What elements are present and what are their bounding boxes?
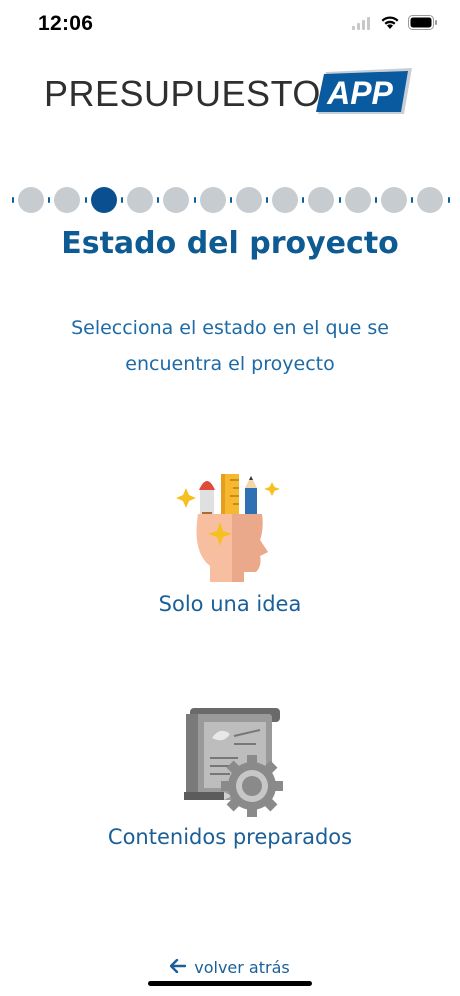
step-connector	[84, 197, 87, 203]
back-label: volver atrás	[194, 958, 290, 977]
status-icons	[352, 15, 438, 34]
screen: 12:06 PRESUPUESTO APP Estado del proyect…	[0, 0, 460, 996]
step-dot-8	[272, 187, 299, 213]
logo-badge: APP	[316, 66, 412, 116]
step-dot-1	[18, 187, 44, 213]
wifi-icon	[380, 15, 400, 34]
step-connector	[302, 197, 305, 203]
page-title: Estado del proyecto	[61, 226, 399, 261]
step-dot-6	[199, 187, 226, 213]
step-connector	[229, 197, 232, 203]
step-connector	[411, 197, 414, 203]
progress-stepper	[10, 182, 450, 216]
step-connector	[12, 197, 14, 203]
option-contenidos-preparados[interactable]: Contenidos preparados	[60, 700, 400, 860]
step-dot-11	[381, 187, 407, 213]
home-indicator	[148, 981, 312, 986]
document-with-gear-icon	[170, 700, 290, 820]
app-logo: PRESUPUESTO APP	[44, 64, 416, 116]
step-connector	[193, 197, 196, 203]
step-connector	[48, 197, 51, 203]
step-dot-3	[90, 187, 117, 213]
option-label: Contenidos preparados	[107, 825, 353, 849]
step-connector	[120, 197, 123, 203]
logo-badge-text: APP	[326, 75, 393, 111]
head-with-ideas-icon	[170, 468, 290, 588]
step-dot-12	[417, 187, 444, 213]
step-dot-9	[308, 187, 335, 213]
status-bar: 12:06	[0, 0, 460, 48]
option-solo-una-idea[interactable]: Solo una idea	[60, 468, 400, 626]
signal-icon	[352, 15, 372, 34]
back-link-container: volver atrás	[0, 958, 460, 977]
arrow-left-icon	[170, 958, 187, 977]
option-label: Solo una idea	[158, 592, 302, 616]
step-dot-7	[235, 187, 262, 213]
step-connector	[266, 197, 269, 203]
logo-text: PRESUPUESTO	[44, 73, 321, 114]
back-button[interactable]: volver atrás	[170, 958, 290, 977]
step-connector	[447, 197, 450, 203]
step-dot-10	[344, 187, 371, 213]
step-connector	[338, 197, 341, 203]
step-connector	[375, 197, 377, 203]
step-connector	[157, 197, 160, 203]
step-dot-5	[163, 187, 190, 213]
status-time: 12:06	[38, 12, 94, 35]
battery-icon	[408, 15, 438, 34]
page-subtitle: Selecciona el estado en el que se encuen…	[71, 317, 389, 375]
step-dot-4	[126, 187, 153, 213]
step-dot-2	[54, 187, 81, 213]
